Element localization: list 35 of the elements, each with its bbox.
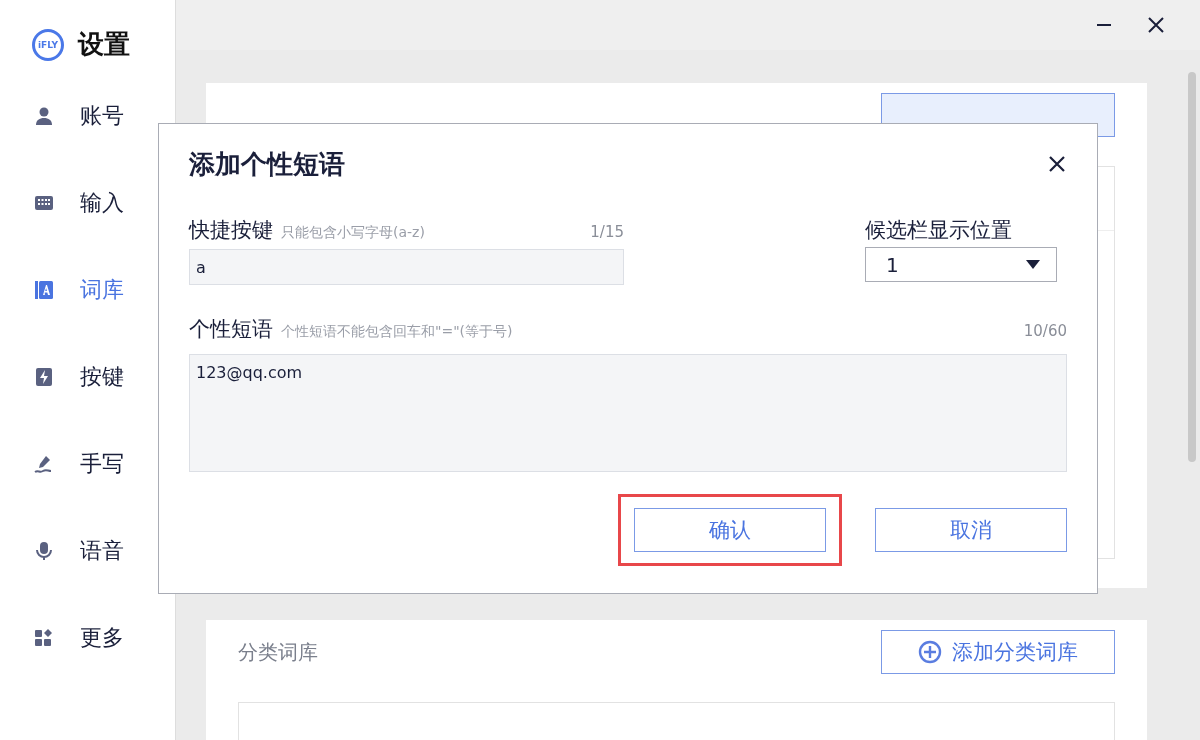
char-counter: 1/15 — [590, 223, 624, 241]
phrase-input[interactable]: 123@qq.com — [189, 354, 1067, 472]
logo-icon: iFLY — [32, 28, 64, 61]
add-icon — [918, 640, 942, 664]
dialog-button[interactable]: 取消 — [875, 508, 1067, 552]
sidebar-item[interactable]: 词库 — [0, 246, 175, 333]
close-icon[interactable] — [1047, 154, 1067, 174]
field-hint: 只能包含小写字母(a-z) — [281, 224, 425, 242]
shortcut-input[interactable]: a — [189, 249, 624, 285]
sidebar-item[interactable]: 语音 — [0, 507, 175, 594]
grid-icon — [34, 627, 54, 648]
caret-icon — [1026, 259, 1040, 270]
microphone-icon — [34, 540, 54, 561]
sidebar-item[interactable]: 输入 — [0, 159, 175, 246]
field-hint: 个性短语不能包含回车和"="(等于号) — [281, 323, 513, 341]
letter-a-icon — [34, 279, 54, 300]
section-title: 分类词库 — [238, 638, 318, 666]
bolt-icon — [34, 366, 54, 387]
sidebar-item[interactable]: 更多 — [0, 594, 175, 681]
close-icon[interactable] — [1146, 15, 1166, 35]
char-counter: 10/60 — [1023, 322, 1067, 340]
person-icon — [34, 105, 54, 126]
pen-icon — [34, 453, 54, 474]
field-label: 快捷按键 — [189, 217, 273, 244]
field-label: 个性短语 — [189, 316, 273, 343]
app-title: 设置 — [78, 28, 130, 61]
sidebar-item[interactable]: 手写 — [0, 420, 175, 507]
field-label: 候选栏显示位置 — [865, 217, 1013, 244]
scrollbar[interactable] — [1188, 72, 1196, 462]
dialog-button[interactable]: 确认 — [634, 508, 826, 552]
position-dropdown[interactable]: 1 — [865, 247, 1057, 282]
add-category-button[interactable]: 添加分类词库 — [881, 630, 1115, 674]
dialog-title: 添加个性短语 — [189, 147, 345, 181]
sidebar-item[interactable]: 账号 — [0, 72, 175, 159]
sidebar-item[interactable]: 按键 — [0, 333, 175, 420]
